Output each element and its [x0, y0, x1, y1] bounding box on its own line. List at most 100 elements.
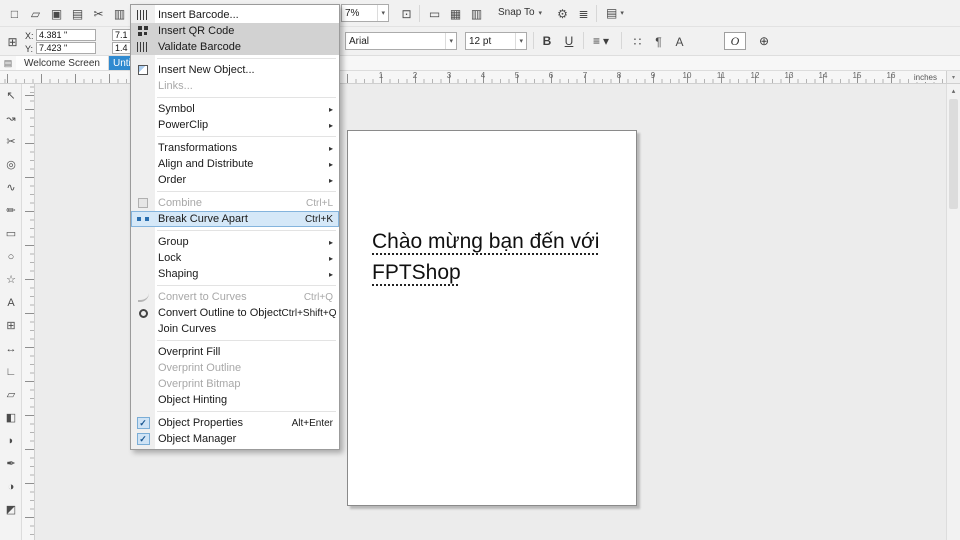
save-icon[interactable]: ▣ [46, 3, 67, 24]
menu-item-lock[interactable]: Lock ▸ [131, 250, 339, 266]
menu-item-insert-new-object[interactable]: Insert New Object... [131, 62, 339, 78]
show-grid-icon[interactable]: ▦ [445, 3, 466, 24]
artistic-text-object[interactable]: Chào mừng bạn đến với FPTShop [372, 226, 634, 288]
bold-button[interactable]: B [537, 32, 557, 50]
menu-item-object-hinting[interactable]: Object Hinting [131, 392, 339, 408]
ellipse-tool[interactable]: ○ [0, 245, 22, 268]
menu-item-label: Align and Distribute [158, 158, 254, 170]
snap-to-button[interactable]: Snap To ▾ [492, 3, 548, 22]
connector-tool[interactable]: ∟ [0, 360, 22, 383]
bulleted-list-icon[interactable]: ∷ [627, 31, 648, 52]
outline-pen-tool[interactable]: ✒ [0, 452, 22, 475]
menu-item-label: Overprint Outline [158, 362, 242, 374]
ellipse-tool-icon: ○ [7, 250, 15, 263]
x-position-field[interactable] [36, 29, 96, 41]
toolbar-view-icons: ▭ ▦ ▥ [424, 3, 487, 24]
freehand-tool[interactable]: ∿ [0, 176, 22, 199]
ruler-number: 13 [784, 71, 794, 80]
scroll-up-icon[interactable]: ▴ [947, 84, 960, 97]
show-rulers-icon[interactable]: ▭ [424, 3, 445, 24]
menu-item-gutter [131, 78, 155, 94]
menu-item-powerclip[interactable]: PowerClip ▸ [131, 117, 339, 133]
artistic-media-tool[interactable]: ✏ [0, 199, 22, 222]
menu-item-insert-qr-code[interactable]: Insert QR Code [131, 23, 339, 39]
ruler-options-button[interactable]: ▾ [946, 71, 960, 84]
drop-shadow-tool[interactable]: ▱ [0, 383, 22, 406]
menu-item-join-curves[interactable]: Join Curves [131, 321, 339, 337]
coreldraw-window: □ ▱ ▣ ▤ ✂ ▥ 7% ▾ ⊡ ▭ ▦ ▥ Snap To ▾ ⚙ ≣ ▤ ▾ ⊞ X: … [0, 0, 960, 540]
scrollbar-thumb[interactable] [949, 99, 958, 209]
text-alignment-button[interactable]: ≡ ▾ [589, 32, 613, 50]
fullscreen-preview-icon[interactable]: ⊡ [396, 3, 417, 24]
interactive-fill-tool[interactable]: ◩ [0, 498, 22, 521]
interactive-opentype-button[interactable]: O [724, 32, 746, 50]
tab-welcome-screen[interactable]: Welcome Screen [16, 56, 109, 70]
menu-item-symbol[interactable]: Symbol ▸ [131, 101, 339, 117]
zoom-level-combo[interactable]: 7% ▾ [341, 4, 389, 22]
submenu-arrow-icon: ▸ [328, 253, 333, 263]
application-launcher-icon[interactable]: ≣ [573, 3, 594, 24]
print-icon[interactable]: ▤ [67, 3, 88, 24]
menu-item-align-and-distribute[interactable]: Align and Distribute ▸ [131, 156, 339, 172]
color-eyedropper-tool[interactable]: ◗ [0, 429, 22, 452]
rectangle-tool[interactable]: ▭ [0, 222, 22, 245]
add-icon[interactable]: ⊕ [754, 32, 774, 50]
connector-tool-icon: ∟ [5, 365, 17, 378]
menu-item-label: Validate Barcode [158, 41, 241, 53]
shape-tool-icon: ↝ [6, 113, 16, 125]
submenu-arrow-icon: ▸ [328, 159, 333, 169]
underline-button[interactable]: U [559, 32, 579, 50]
menu-item-group[interactable]: Group ▸ [131, 234, 339, 250]
cut-icon[interactable]: ✂ [88, 3, 109, 24]
text-tool[interactable]: A [0, 291, 22, 314]
ruler-number: 7 [582, 71, 588, 80]
new-document-icon[interactable]: □ [4, 3, 25, 24]
ruler-unit-label: inches [910, 73, 940, 82]
menu-item-insert-barcode[interactable]: Insert Barcode... [131, 7, 339, 23]
menu-item-label: Group [158, 236, 189, 248]
combine-icon [138, 198, 148, 208]
options-icon[interactable]: ⚙ [552, 3, 573, 24]
menu-item-object-manager[interactable]: ✓ Object Manager [131, 431, 339, 447]
vertical-scrollbar[interactable]: ▴ [946, 84, 960, 540]
open-icon[interactable]: ▱ [25, 3, 46, 24]
transparency-tool[interactable]: ◧ [0, 406, 22, 429]
object-position-icon: ⊞ [7, 34, 18, 49]
polygon-tool[interactable]: ☆ [0, 268, 22, 291]
copy-icon[interactable]: ▥ [109, 3, 130, 24]
y-position-field[interactable] [36, 42, 96, 54]
table-tool[interactable]: ⊞ [0, 314, 22, 337]
menu-item-shaping[interactable]: Shaping ▸ [131, 266, 339, 282]
show-guidelines-icon[interactable]: ▥ [466, 3, 487, 24]
font-family-combo[interactable]: Arial ▾ [345, 32, 457, 50]
crop-tool[interactable]: ✂ [0, 130, 22, 153]
chevron-down-icon: ▾ [377, 5, 385, 21]
shape-tool[interactable]: ↝ [0, 107, 22, 130]
menu-item-links: Links... [131, 78, 339, 94]
font-size-value: 12 pt [469, 35, 492, 47]
toolbar-dropdown-button[interactable]: ▤ ▾ [602, 3, 628, 22]
menu-item-overprint-fill[interactable]: Overprint Fill [131, 344, 339, 360]
submenu-arrow-icon: ▸ [328, 175, 333, 185]
menu-item-gutter [131, 195, 155, 211]
edit-text-icon[interactable]: A [669, 31, 690, 52]
menu-item-transformations[interactable]: Transformations ▸ [131, 140, 339, 156]
menu-item-shortcut: Ctrl+K [304, 213, 333, 225]
document-page[interactable] [347, 130, 637, 506]
zoom-tool[interactable]: ◎ [0, 153, 22, 176]
workspace-icon: ▤ [606, 5, 618, 20]
dimension-tool[interactable]: ↔ [0, 337, 22, 360]
vertical-ruler[interactable] [22, 84, 35, 540]
fill-tool[interactable]: ◑ [0, 475, 22, 498]
pick-tool[interactable]: ↖ [0, 84, 22, 107]
chevron-down-icon: ▾ [445, 33, 453, 49]
document-icon: ▤ [3, 57, 13, 68]
font-size-combo[interactable]: 12 pt ▾ [465, 32, 527, 50]
menu-item-validate-barcode[interactable]: Validate Barcode [131, 39, 339, 55]
menu-item-order[interactable]: Order ▸ [131, 172, 339, 188]
menu-item-object-properties[interactable]: ✓ Object Properties Alt+Enter [131, 415, 339, 431]
chevron-down-icon: ▾ [515, 33, 523, 49]
menu-item-convert-outline-to-object[interactable]: Convert Outline to Object Ctrl+Shift+Q [131, 305, 339, 321]
drop-cap-icon[interactable]: ¶ [648, 31, 669, 52]
menu-item-break-curve-apart[interactable]: Break Curve Apart Ctrl+K [131, 211, 339, 227]
